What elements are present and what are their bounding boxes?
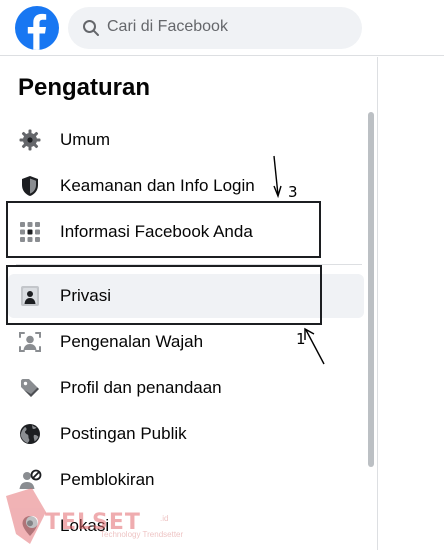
annotation-arrows xyxy=(273,155,325,365)
watermark-suffix: .id xyxy=(160,514,169,523)
annotation-number-1: 1 xyxy=(296,330,306,348)
watermark-tagline: Technology Trendsetter xyxy=(100,530,184,539)
annotation-number-3: 3 xyxy=(288,183,298,201)
